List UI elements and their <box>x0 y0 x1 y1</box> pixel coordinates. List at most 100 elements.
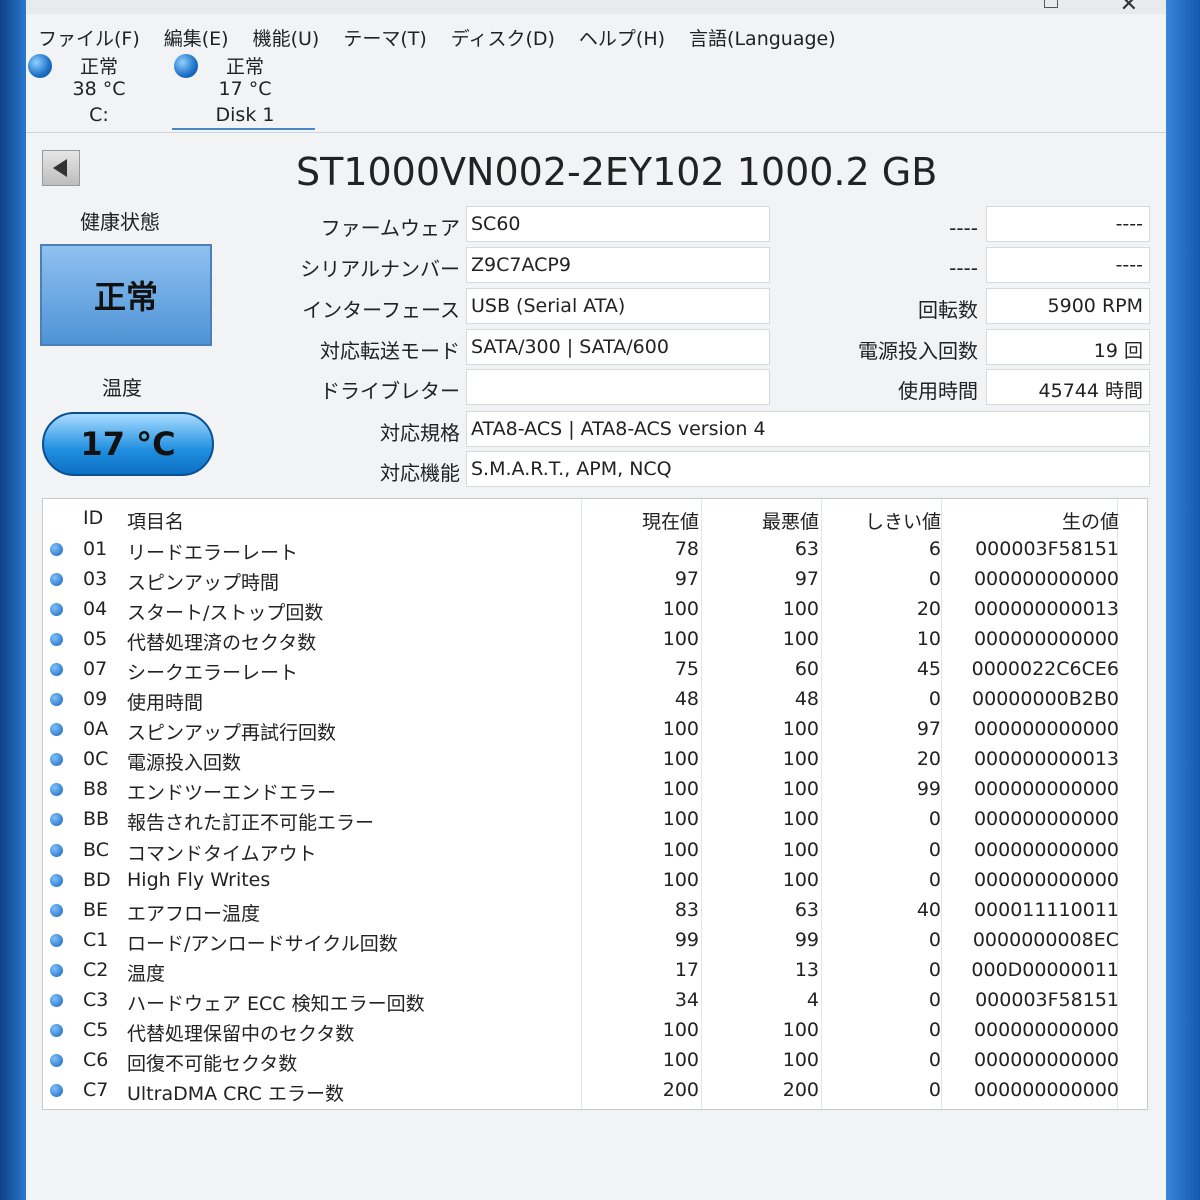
maximize-icon[interactable] <box>1044 0 1058 8</box>
status-dot-icon <box>50 1053 63 1067</box>
cell-current: 100 <box>662 868 699 891</box>
cell-worst: 63 <box>794 898 819 921</box>
cell-threshold: 0 <box>928 688 941 711</box>
cell-id: C6 <box>83 1048 109 1071</box>
status-dot-icon <box>174 54 198 78</box>
header-name[interactable]: 項目名 <box>127 507 184 534</box>
table-row[interactable]: C7 UltraDMA CRC エラー数 200 200 0 000000000000 <box>43 1075 1147 1105</box>
status-dot-icon <box>50 723 63 737</box>
power-count-value: 19 回 <box>986 329 1150 365</box>
power-count-label: 電源投入回数 <box>858 339 978 363</box>
menu-file[interactable]: ファイル(F) <box>26 20 152 54</box>
table-row[interactable]: C1 ロード/アンロードサイクル回数 99 99 0 0000000008EC <box>43 925 1147 955</box>
table-row[interactable]: 0C 電源投入回数 100 100 20 000000000013 <box>43 744 1147 774</box>
header-threshold[interactable]: しきい値 <box>865 507 941 534</box>
table-row[interactable]: BB 報告された訂正不可能エラー 100 100 0 000000000000 <box>43 804 1147 834</box>
menu-edit[interactable]: 編集(E) <box>152 20 241 54</box>
table-row[interactable]: 09 使用時間 48 48 0 00000000B2B0 <box>43 684 1147 714</box>
cell-threshold: 0 <box>928 1048 941 1071</box>
menu-function[interactable]: 機能(U) <box>241 20 332 54</box>
cell-current: 100 <box>662 718 699 741</box>
cell-worst: 100 <box>782 838 819 861</box>
menu-help[interactable]: ヘルプ(H) <box>567 20 677 54</box>
table-row[interactable]: 01 リードエラーレート 78 63 6 000003F58151 <box>43 534 1147 564</box>
cell-worst: 100 <box>782 598 819 621</box>
cell-threshold: 0 <box>928 808 941 831</box>
cell-id: 01 <box>83 538 108 560</box>
disk-tab-name: C: <box>89 104 109 126</box>
cell-worst: 100 <box>782 748 819 771</box>
cell-threshold: 20 <box>916 598 941 621</box>
firmware-value: SC60 <box>466 206 770 242</box>
cell-name: スピンアップ再試行回数 <box>127 722 337 745</box>
table-row[interactable]: 05 代替処理済のセクタ数 100 100 10 000000000000 <box>43 624 1147 654</box>
table-row[interactable]: BE エアフロー温度 83 63 40 000011110011 <box>43 895 1147 925</box>
disk-tab-disk1[interactable]: 正常 17 °C Disk 1 <box>174 52 314 130</box>
firmware-label: ファームウェア <box>320 216 460 240</box>
cell-id: 0A <box>83 718 109 741</box>
cell-id: BB <box>83 808 110 831</box>
interface-value: USB (Serial ATA) <box>466 288 770 324</box>
cell-name: 代替処理済のセクタ数 <box>127 632 317 655</box>
cell-id: B8 <box>83 778 109 801</box>
cell-threshold: 0 <box>928 958 941 981</box>
cell-threshold: 0 <box>928 1078 941 1101</box>
table-row[interactable]: C5 代替処理保留中のセクタ数 100 100 0 000000000000 <box>43 1015 1147 1045</box>
header-current[interactable]: 現在値 <box>642 507 699 534</box>
menu-theme[interactable]: テーマ(T) <box>331 20 438 54</box>
cell-name: High Fly Writes <box>127 868 271 891</box>
cell-name: コマンドタイムアウト <box>127 842 317 865</box>
cell-current: 100 <box>662 1048 699 1071</box>
cell-raw: 000000000000 <box>973 838 1119 861</box>
status-dot-icon <box>50 1083 63 1097</box>
close-icon[interactable]: ✕ <box>1120 0 1138 17</box>
table-row[interactable]: C3 ハードウェア ECC 検知エラー回数 34 4 0 000003F58151 <box>43 985 1147 1015</box>
cell-raw: 000000000013 <box>973 748 1119 771</box>
table-row[interactable]: BD High Fly Writes 100 100 0 000000000000 <box>43 865 1147 895</box>
table-row[interactable]: B8 エンドツーエンドエラー 100 100 99 000000000000 <box>43 774 1147 804</box>
cell-threshold: 0 <box>928 568 941 591</box>
cell-name: 代替処理保留中のセクタ数 <box>127 1022 355 1045</box>
disk-tab-status: 正常 <box>225 56 264 78</box>
rpm-value: 5900 RPM <box>986 288 1150 324</box>
header-id[interactable]: ID <box>83 507 103 529</box>
table-row[interactable]: C2 温度 17 13 0 000D00000011 <box>43 955 1147 985</box>
cell-id: C2 <box>83 958 109 981</box>
menu-disk[interactable]: ディスク(D) <box>439 20 567 54</box>
status-dot-icon <box>50 753 63 767</box>
health-label: 健康状態 <box>80 210 160 234</box>
table-row[interactable]: BC コマンドタイムアウト 100 100 0 000000000000 <box>43 835 1147 865</box>
cell-current: 200 <box>662 1078 699 1101</box>
header-raw[interactable]: 生の値 <box>1062 507 1119 534</box>
cell-id: BE <box>83 898 109 921</box>
cell-threshold: 0 <box>928 928 941 951</box>
cell-raw: 000003F58151 <box>975 988 1119 1011</box>
divider <box>26 132 1166 133</box>
cell-threshold: 97 <box>916 718 941 741</box>
disk-tab-c[interactable]: 正常 38 °C C: <box>28 52 168 130</box>
table-row[interactable]: 0A スピンアップ再試行回数 100 100 97 000000000000 <box>43 714 1147 744</box>
table-row[interactable]: 04 スタート/ストップ回数 100 100 20 000000000013 <box>43 594 1147 624</box>
table-row[interactable]: 07 シークエラーレート 75 60 45 0000022C6CE6 <box>43 654 1147 684</box>
cell-name: ハードウェア ECC 検知エラー回数 <box>127 992 425 1015</box>
table-row[interactable]: C6 回復不可能セクタ数 100 100 0 000000000000 <box>43 1045 1147 1075</box>
table-row[interactable]: 03 スピンアップ時間 97 97 0 000000000000 <box>43 564 1147 594</box>
serial-label: シリアルナンバー <box>300 257 460 281</box>
temperature-badge[interactable]: 17 °C <box>42 412 214 476</box>
serial-value: Z9C7ACP9 <box>466 247 770 283</box>
power-hours-label: 使用時間 <box>898 379 978 403</box>
cell-worst: 97 <box>794 568 819 591</box>
header-worst[interactable]: 最悪値 <box>762 507 819 534</box>
smart-table[interactable]: ID 項目名 現在値 最悪値 しきい値 生の値 01 リードエラーレート 78 63 6… <box>42 498 1148 1110</box>
cell-current: 100 <box>662 778 699 801</box>
disk-title: ST1000VN002-2EY102 1000.2 GB <box>296 150 938 194</box>
status-dot-icon <box>50 843 63 857</box>
menu-language[interactable]: 言語(Language) <box>677 20 848 54</box>
previous-disk-button[interactable] <box>42 150 80 186</box>
cell-id: 04 <box>83 598 108 621</box>
cell-current: 78 <box>674 538 699 560</box>
cell-current: 100 <box>662 628 699 651</box>
cell-current: 100 <box>662 808 699 831</box>
cell-worst: 100 <box>782 718 819 741</box>
health-status-badge[interactable]: 正常 <box>40 244 212 346</box>
